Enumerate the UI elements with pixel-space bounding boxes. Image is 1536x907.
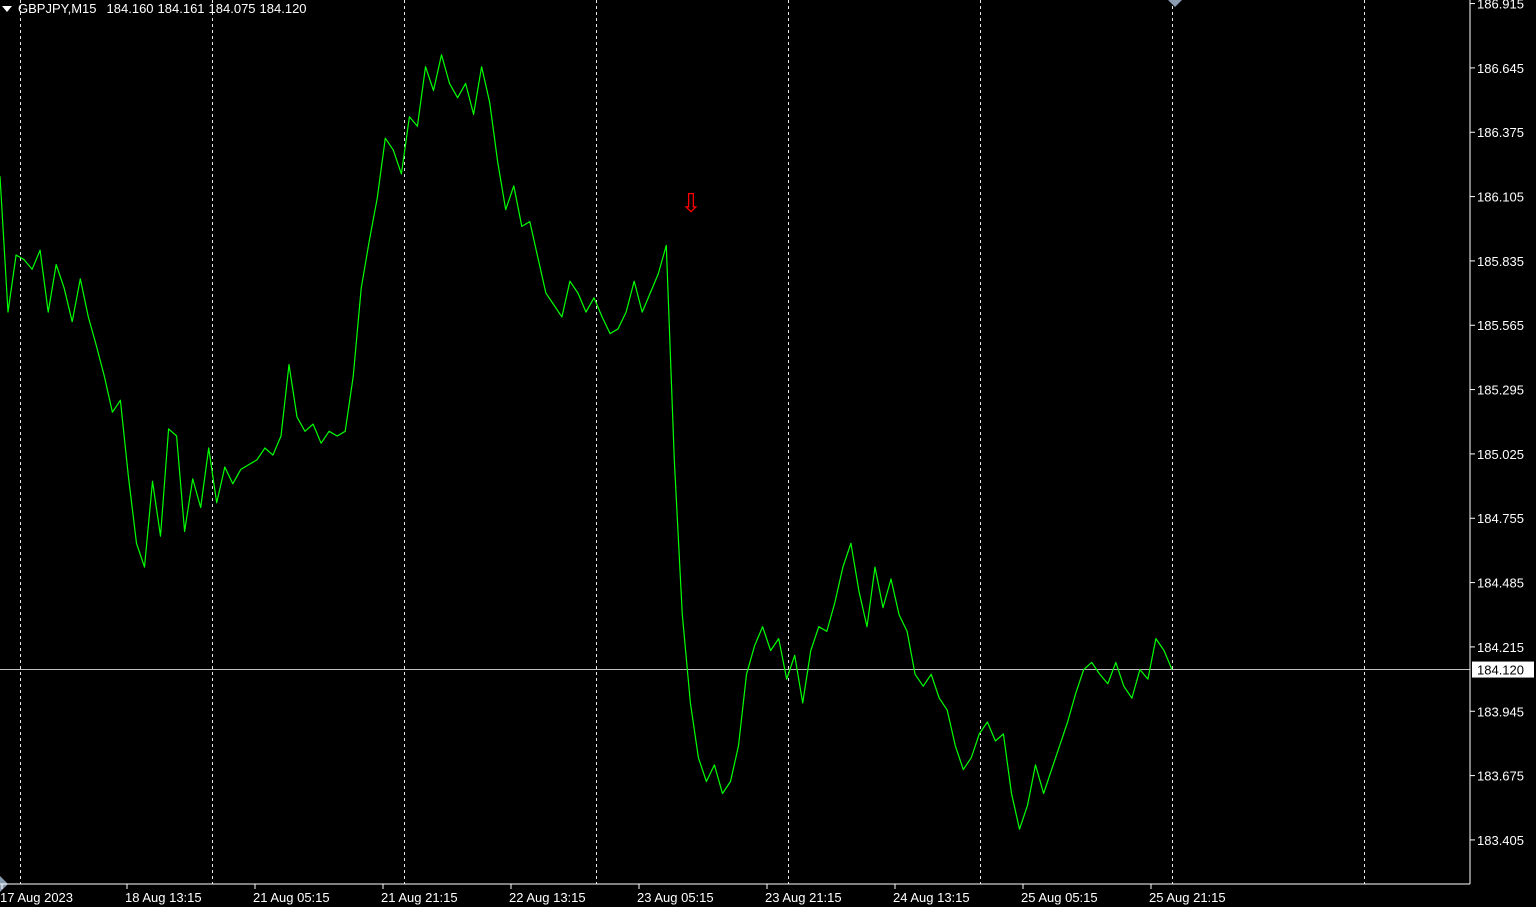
- price-tick-label: 184.485: [1477, 576, 1524, 591]
- time-axis[interactable]: 17 Aug 2023 18 Aug 13:15 21 Aug 05:15 21 Au…: [0, 883, 1470, 905]
- time-tick-label: 23 Aug 21:15: [765, 890, 842, 905]
- price-tick-label: 185.835: [1477, 254, 1524, 269]
- time-tick-label: 24 Aug 13:15: [893, 890, 970, 905]
- price-tick-label: 183.945: [1477, 704, 1524, 719]
- price-line: [0, 54, 1173, 830]
- price-tick-label: 183.675: [1477, 769, 1524, 784]
- price-tick-label: 186.105: [1477, 190, 1524, 205]
- chart-canvas[interactable]: ⇩ 186.915 186.645 186.375 186.105 185.835 185…: [0, 0, 1536, 907]
- price-tick-label: 183.405: [1477, 833, 1524, 848]
- chart-header: GBPJPY,M15 184.160 184.161 184.075 184.1…: [2, 1, 311, 16]
- series-layer: [0, 54, 1173, 830]
- symbol-timeframe: GBPJPY,M15: [18, 1, 97, 16]
- close-price: 184.120: [259, 1, 307, 16]
- price-tick-label: 186.915: [1477, 0, 1524, 12]
- chart-window[interactable]: ⇩ 186.915 186.645 186.375 186.105 185.835 185…: [0, 0, 1536, 907]
- time-tick-label: 25 Aug 05:15: [1021, 890, 1098, 905]
- time-tick-label: 21 Aug 21:15: [381, 890, 458, 905]
- price-tick-label: 184.215: [1477, 640, 1524, 655]
- price-tick-label: 186.375: [1477, 125, 1524, 140]
- chart-shift-marker-icon[interactable]: [1168, 0, 1182, 7]
- open-price: 184.160: [106, 1, 154, 16]
- sell-arrow-icon[interactable]: ⇩: [680, 189, 702, 219]
- price-tick-label: 184.755: [1477, 511, 1524, 526]
- time-tick-label: 17 Aug 2023: [0, 890, 73, 905]
- low-price: 184.075: [208, 1, 256, 16]
- menu-triangle-icon[interactable]: [2, 6, 12, 12]
- price-tick-label: 186.645: [1477, 61, 1524, 76]
- price-tick-label: 185.565: [1477, 318, 1524, 333]
- current-price-label: 184.120: [1477, 663, 1524, 678]
- time-tick-label: 25 Aug 21:15: [1149, 890, 1226, 905]
- time-tick-label: 23 Aug 05:15: [637, 890, 714, 905]
- price-tick-label: 185.025: [1477, 447, 1524, 462]
- time-tick-label: 22 Aug 13:15: [509, 890, 586, 905]
- grid-layer: [20, 0, 1365, 884]
- time-tick-label: 18 Aug 13:15: [125, 890, 202, 905]
- price-tick-label: 185.295: [1477, 383, 1524, 398]
- high-price: 184.161: [157, 1, 205, 16]
- time-tick-label: 21 Aug 05:15: [253, 890, 330, 905]
- price-axis[interactable]: 186.915 186.645 186.375 186.105 185.835 185.5…: [1469, 0, 1534, 884]
